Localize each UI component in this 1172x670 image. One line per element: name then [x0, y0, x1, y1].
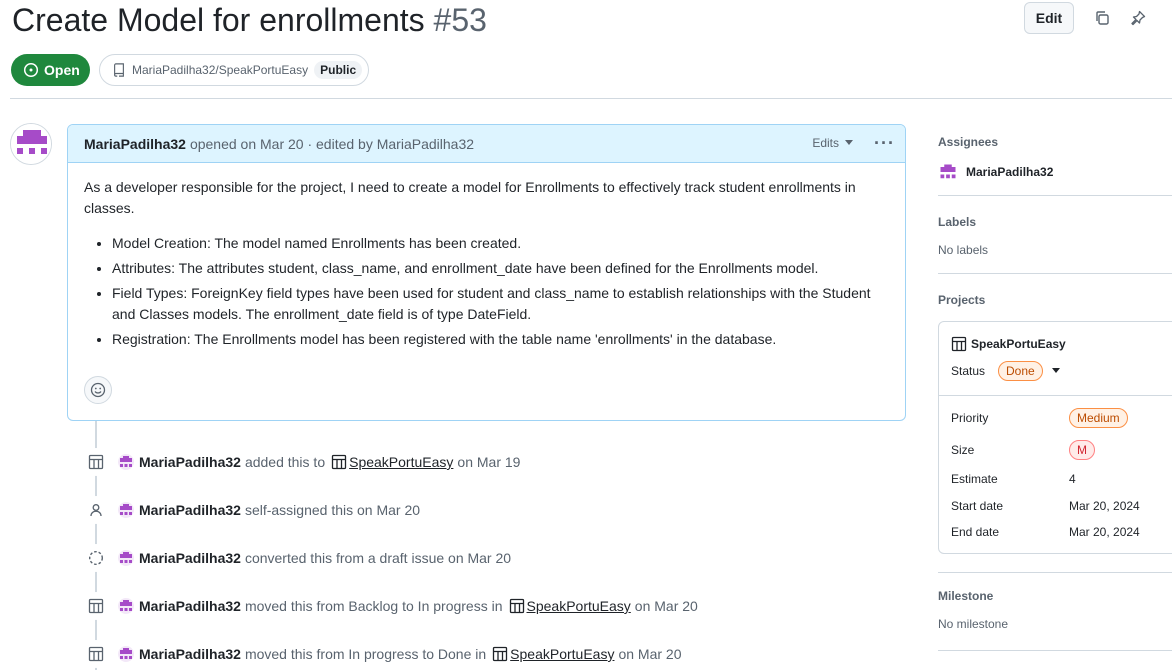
smiley-icon: [90, 382, 106, 398]
table-icon: [82, 448, 110, 476]
sidebar-divider: [938, 650, 1172, 651]
copy-icon[interactable]: [1092, 8, 1112, 28]
pin-icon[interactable]: [1128, 8, 1148, 28]
sidebar-divider: [938, 273, 1172, 274]
timeline-event: MariaPadilha32 self-assigned this on Mar…: [82, 495, 424, 525]
field-label-start-date: Start date: [951, 499, 1004, 513]
status-label: Open: [44, 62, 80, 78]
projects-heading[interactable]: Projects: [938, 293, 985, 307]
project-link[interactable]: SpeakPortuEasy: [527, 598, 631, 614]
person-icon: [82, 496, 110, 524]
timeline-event: MariaPadilha32 moved this from In progre…: [82, 639, 682, 669]
table-icon: [509, 598, 525, 614]
field-label-end-date: End date: [951, 525, 1000, 539]
edits-dropdown[interactable]: Edits: [812, 136, 853, 150]
edits-label: Edits: [812, 136, 839, 150]
labels-value: No labels: [938, 243, 989, 257]
comment-author[interactable]: MariaPadilha32: [84, 136, 186, 152]
issue-open-icon: [23, 62, 39, 78]
sidebar-divider: [938, 572, 1172, 573]
chevron-down-icon: [845, 140, 853, 145]
assignee-name: MariaPadilha32: [966, 165, 1054, 179]
milestone-value: No milestone: [938, 617, 1009, 631]
size-pill: M: [1069, 440, 1095, 460]
draft-circle-icon: [82, 544, 110, 572]
event-text: moved this from Backlog to In progress i…: [244, 598, 503, 614]
event-date: on Mar 20: [634, 598, 698, 614]
event-user[interactable]: MariaPadilha32: [139, 550, 241, 566]
sidebar-divider: [938, 195, 1172, 196]
field-value-estimate[interactable]: 4: [1069, 472, 1076, 486]
event-text: added this to: [244, 454, 326, 470]
project-link[interactable]: SpeakPortuEasy: [510, 646, 614, 662]
add-reaction-button[interactable]: [84, 376, 112, 404]
chevron-down-icon[interactable]: [1052, 368, 1060, 373]
comment-intro: As a developer responsible for the proje…: [84, 179, 856, 216]
repo-icon: [114, 63, 124, 77]
labels-heading[interactable]: Labels: [938, 215, 976, 229]
repo-pill[interactable]: MariaPadilha32/SpeakPortuEasy Public: [99, 54, 370, 86]
event-text: self-assigned this on Mar 20: [244, 502, 421, 518]
bullet-registration: Registration: The Enrollments model has …: [112, 329, 889, 350]
table-icon: [492, 646, 508, 662]
issue-title-text: Create Model for enrollments: [12, 2, 425, 38]
priority-pill: Medium: [1069, 408, 1128, 428]
field-value-start-date[interactable]: Mar 20, 2024: [1069, 499, 1140, 513]
field-value-priority[interactable]: Medium: [1069, 408, 1128, 428]
event-text: converted this from a draft issue on Mar…: [244, 550, 512, 566]
bullet-attributes: Attributes: The attributes student, clas…: [112, 258, 889, 279]
user-avatar[interactable]: [118, 550, 134, 566]
more-options-icon[interactable]: ···: [874, 133, 895, 154]
edit-button[interactable]: Edit: [1024, 2, 1074, 34]
project-name: SpeakPortuEasy: [971, 337, 1066, 351]
event-user[interactable]: MariaPadilha32: [139, 502, 241, 518]
project-title[interactable]: SpeakPortuEasy: [951, 336, 1066, 352]
field-label-estimate: Estimate: [951, 472, 998, 486]
comment-meta: opened on Mar 20 · edited by MariaPadilh…: [189, 135, 475, 152]
milestone-heading[interactable]: Milestone: [938, 589, 993, 603]
field-label-priority: Priority: [951, 411, 989, 425]
table-icon: [951, 336, 967, 352]
field-value-size[interactable]: M: [1069, 440, 1095, 460]
timeline-event: MariaPadilha32 converted this from a dra…: [82, 543, 515, 573]
visibility-tag: Public: [314, 61, 363, 79]
table-icon: [82, 640, 110, 668]
user-avatar[interactable]: [118, 598, 134, 614]
timeline-event: MariaPadilha32 added this to SpeakPortuE…: [82, 447, 520, 477]
header-divider: [10, 98, 1172, 99]
card-divider: [939, 395, 1172, 396]
author-avatar[interactable]: [10, 123, 52, 165]
assignees-heading[interactable]: Assignees: [938, 135, 998, 149]
repo-name[interactable]: MariaPadilha32/SpeakPortuEasy: [132, 63, 308, 77]
comment-body: As a developer responsible for the proje…: [68, 163, 905, 350]
project-link[interactable]: SpeakPortuEasy: [349, 454, 453, 470]
field-value-end-date[interactable]: Mar 20, 2024: [1069, 525, 1140, 539]
field-label-size: Size: [951, 443, 975, 457]
assignee-avatar: [938, 162, 958, 182]
event-user[interactable]: MariaPadilha32: [139, 598, 241, 614]
user-avatar[interactable]: [118, 502, 134, 518]
project-card: SpeakPortuEasy Status Done Priority Medi…: [938, 321, 1172, 554]
timeline-event: MariaPadilha32 moved this from Backlog t…: [82, 591, 698, 621]
event-date: on Mar 19: [457, 454, 521, 470]
comment-bullet-list: Model Creation: The model named Enrollme…: [84, 233, 889, 350]
user-avatar[interactable]: [118, 646, 134, 662]
bullet-model-creation: Model Creation: The model named Enrollme…: [112, 233, 889, 254]
status-label: Status: [951, 364, 986, 378]
assignee-item[interactable]: MariaPadilha32: [938, 162, 1053, 182]
issue-comment: MariaPadilha32 opened on Mar 20 · edited…: [67, 124, 906, 421]
event-date: on Mar 20: [618, 646, 682, 662]
bullet-field-types: Field Types: ForeignKey field types have…: [112, 283, 889, 325]
event-user[interactable]: MariaPadilha32: [139, 454, 241, 470]
table-icon: [82, 592, 110, 620]
event-user[interactable]: MariaPadilha32: [139, 646, 241, 662]
comment-header: MariaPadilha32 opened on Mar 20 · edited…: [68, 125, 905, 163]
issue-title: Create Model for enrollments #53: [12, 2, 487, 39]
table-icon: [331, 454, 347, 470]
status-badge-open: Open: [11, 54, 90, 86]
status-pill[interactable]: Done: [998, 361, 1043, 381]
user-avatar[interactable]: [118, 454, 134, 470]
issue-number: #53: [433, 2, 487, 38]
event-text: moved this from In progress to Done in: [244, 646, 487, 662]
